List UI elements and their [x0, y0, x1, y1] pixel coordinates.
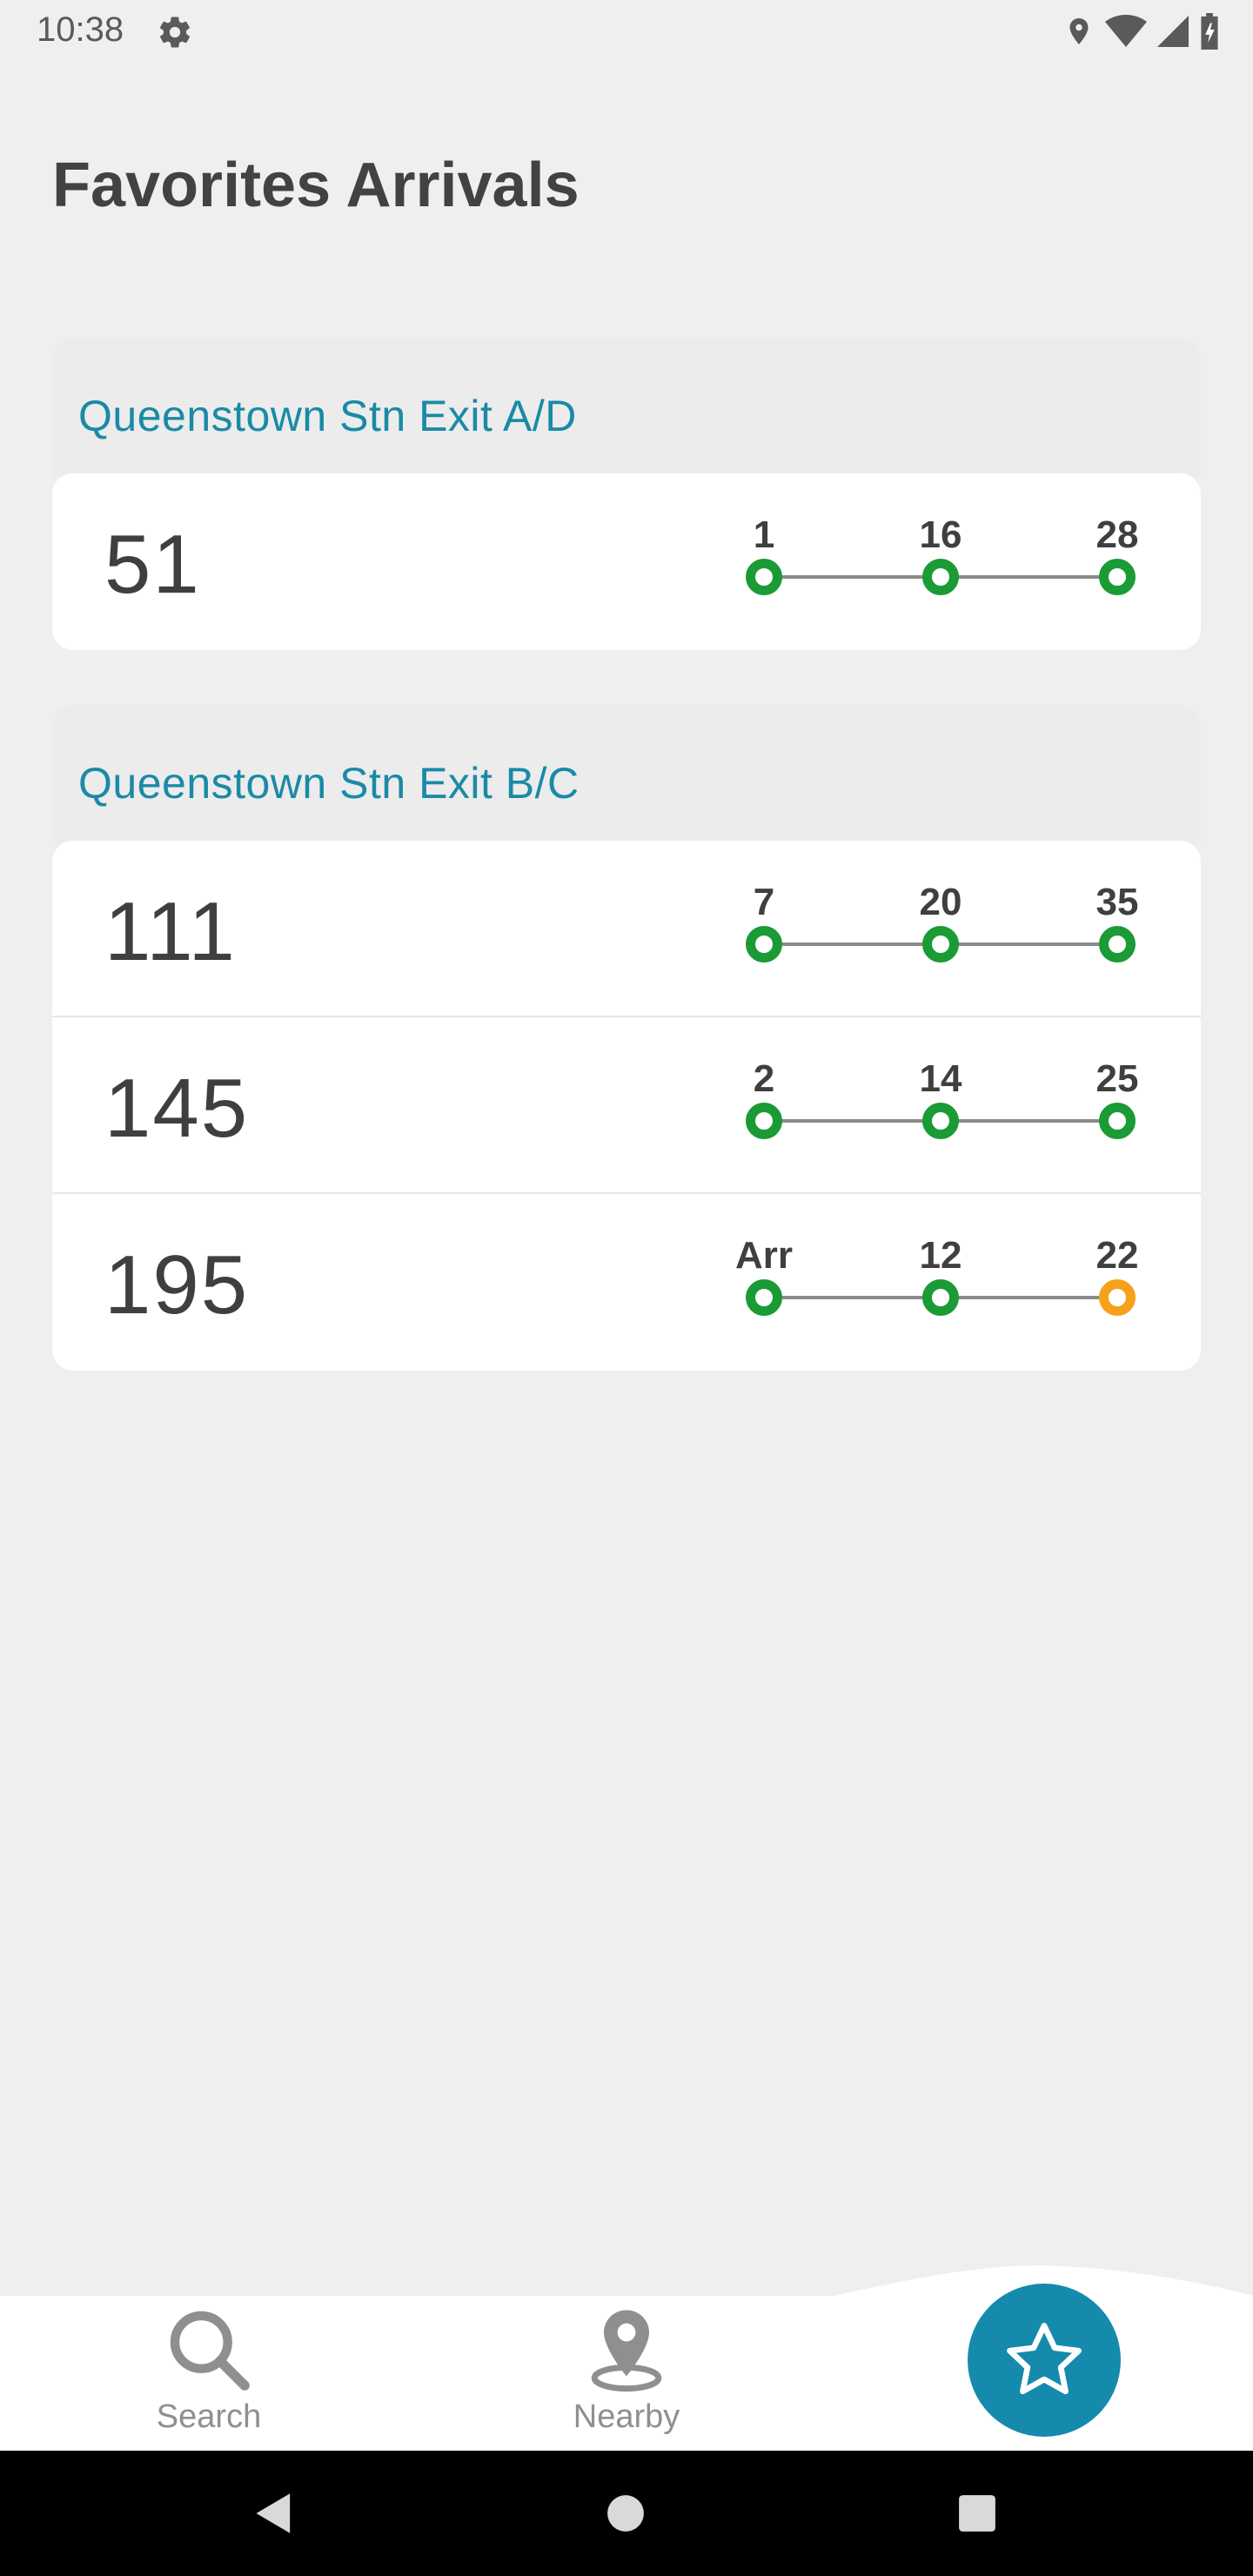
arrival-status-dot [1099, 1103, 1136, 1139]
wifi-icon [1105, 15, 1147, 47]
services-card: 51 1 16 28 [52, 473, 1201, 650]
arrival-status-dot [746, 1103, 782, 1139]
status-icons [1063, 12, 1220, 50]
service-row[interactable]: 51 1 16 28 [52, 473, 1201, 650]
battery-icon [1201, 13, 1218, 50]
arrival-timeline: 1 16 28 [52, 473, 1201, 650]
arrival-time-label: 2 [753, 1057, 775, 1100]
arrival-time-label: 7 [753, 881, 775, 923]
nav-favorites-button[interactable] [968, 2284, 1121, 2437]
arrival-time-label: 14 [919, 1057, 962, 1100]
favorites-screen: 10:38 Favorites Arrivals Queenstown Stn … [0, 0, 1253, 2576]
arrival-time-label: 22 [1096, 1234, 1139, 1277]
nav-search-label: Search [156, 2398, 262, 2435]
stop-group-exit-ad: Queenstown Stn Exit A/D 51 1 16 28 [52, 338, 1201, 650]
arrival-status-dot [746, 1279, 782, 1316]
service-row[interactable]: 111 7 20 35 [52, 841, 1201, 1017]
status-bar: 10:38 [0, 0, 1253, 63]
arrival-time-label: Arr [734, 1234, 794, 1277]
arrival-status-dot [1099, 926, 1136, 963]
arrival-time-label: 28 [1096, 513, 1139, 556]
arrival-status-dot [1099, 559, 1136, 595]
gear-icon [159, 17, 191, 48]
arrival-status-dot [746, 926, 782, 963]
arrival-time-label: 25 [1096, 1057, 1139, 1100]
arrival-time-label: 1 [753, 513, 775, 556]
search-icon [170, 2311, 250, 2391]
back-triangle-icon [256, 2493, 291, 2533]
recents-square-icon [959, 2495, 995, 2532]
arrival-time-label: 20 [919, 881, 962, 923]
arrival-timeline: Arr 12 22 [52, 1194, 1201, 1371]
back-button[interactable] [244, 2451, 305, 2576]
service-row[interactable]: 145 2 14 25 [52, 1017, 1201, 1194]
star-icon [1007, 2323, 1082, 2395]
home-button[interactable] [604, 2451, 647, 2576]
arrival-status-dot [1099, 1279, 1136, 1316]
nearby-pin-icon [591, 2310, 662, 2392]
arrival-time-label: 12 [919, 1234, 962, 1277]
recents-button[interactable] [955, 2451, 999, 2576]
arrival-status-dot [922, 926, 959, 963]
nav-nearby-label: Nearby [573, 2398, 680, 2435]
arrival-status-dot [922, 1279, 959, 1316]
system-navigation-bar [0, 2451, 1253, 2576]
signal-icon [1157, 16, 1189, 47]
arrival-status-dot [922, 559, 959, 595]
arrival-time-label: 35 [1096, 881, 1139, 923]
page-title: Favorites Arrivals [52, 151, 580, 220]
arrival-status-dot [922, 1103, 959, 1139]
services-card: 111 7 20 35 145 2 14 25 195 Arr 12 22 [52, 841, 1201, 1371]
status-time: 10:38 [37, 10, 124, 49]
stop-group-exit-bc: Queenstown Stn Exit B/C 111 7 20 35 145 21… [52, 705, 1201, 1371]
arrival-time-label: 16 [919, 513, 962, 556]
arrival-timeline: 7 20 35 [52, 841, 1201, 1017]
service-row[interactable]: 195 Arr 12 22 [52, 1194, 1201, 1371]
stop-name: Queenstown Stn Exit A/D [78, 392, 577, 440]
stop-group-header[interactable]: Queenstown Stn Exit B/C [52, 705, 1201, 844]
nav-nearby[interactable]: Nearby [522, 2304, 731, 2436]
arrival-timeline: 2 14 25 [52, 1017, 1201, 1194]
arrival-status-dot [746, 559, 782, 595]
location-icon [1069, 18, 1089, 44]
home-circle-icon [607, 2495, 644, 2532]
stop-group-header[interactable]: Queenstown Stn Exit A/D [52, 338, 1201, 477]
stop-name: Queenstown Stn Exit B/C [78, 759, 580, 808]
nav-search[interactable]: Search [104, 2304, 313, 2436]
